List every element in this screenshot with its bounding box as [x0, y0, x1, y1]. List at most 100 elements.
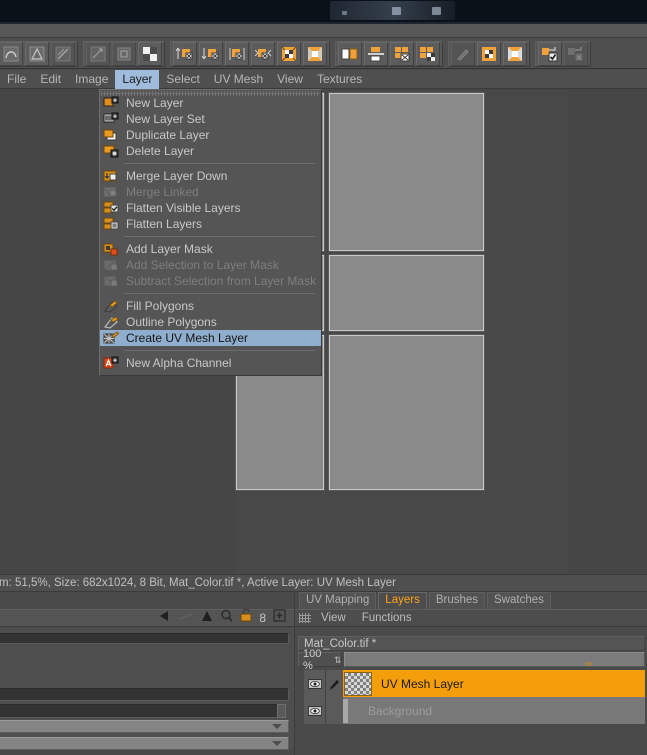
layer-grid-icon[interactable]	[390, 41, 414, 66]
apply-uv-icon[interactable]	[538, 41, 562, 66]
layer-paint-toggle[interactable]	[326, 697, 343, 724]
uv-island[interactable]	[329, 335, 484, 490]
opacity-value-field[interactable]: 100 % ⇅	[298, 648, 342, 672]
chevron-down-icon	[272, 741, 282, 746]
layer-visibility-toggle[interactable]	[304, 697, 326, 724]
relax-uv-icon[interactable]	[303, 41, 327, 66]
menu-item-label: New Layer Set	[126, 112, 205, 126]
menu-item-new-alpha-channel[interactable]: New Alpha Channel	[100, 355, 321, 371]
layer-grid-alt-icon[interactable]	[416, 41, 440, 66]
layer-visibility-toggle[interactable]	[304, 670, 326, 697]
align-left-icon[interactable]	[225, 41, 249, 66]
align-up-icon[interactable]	[173, 41, 197, 66]
menu-item-delete-layer[interactable]: Delete Layer	[100, 143, 321, 159]
panel-menu-view[interactable]: View	[313, 611, 354, 625]
main-toolbar	[0, 39, 647, 69]
left-panel-dropdown-1[interactable]	[0, 720, 289, 733]
uv-checker-icon[interactable]	[138, 41, 162, 66]
toolbar-group-paint	[448, 40, 530, 67]
subtract-selection-from-layer-mask-icon	[103, 274, 119, 288]
uv-mesh-icon[interactable]	[477, 41, 501, 66]
brush-icon[interactable]	[451, 41, 475, 66]
menu-item-label: Delete Layer	[126, 144, 195, 158]
window-minimize-button[interactable]	[392, 7, 401, 15]
menu-layer[interactable]: Layer	[115, 69, 160, 89]
menu-item-label: Add Layer Mask	[126, 242, 213, 256]
left-panel-input-1[interactable]	[0, 688, 289, 701]
create-uv-mesh-layer-icon	[103, 331, 120, 345]
menu-item-outline-polygons[interactable]: Outline Polygons	[100, 314, 321, 330]
left-panel-dropdown-2[interactable]	[0, 737, 289, 750]
toolbar-strip-upper	[0, 24, 647, 38]
menu-select[interactable]: Select	[159, 70, 206, 89]
scale-uv-icon[interactable]	[112, 41, 136, 66]
layer-paint-toggle[interactable]	[326, 670, 343, 697]
left-panel-spin-button[interactable]	[277, 704, 286, 718]
menu-view[interactable]: View	[270, 70, 310, 89]
layer-row-body: Background	[343, 697, 645, 724]
tab-layers[interactable]: Layers	[378, 592, 427, 609]
menu-item-new-layer[interactable]: New Layer	[100, 95, 321, 111]
left-panel-input-2[interactable]	[0, 704, 280, 718]
magnifier-icon[interactable]	[220, 609, 233, 627]
menu-edit[interactable]: Edit	[33, 70, 68, 89]
fit-uv-icon[interactable]	[277, 41, 301, 66]
layer-mask-icon[interactable]	[338, 41, 362, 66]
menu-item-flatten-layers[interactable]: Flatten Layers	[100, 216, 321, 232]
menu-image[interactable]: Image	[68, 70, 115, 89]
tab-swatches[interactable]: Swatches	[487, 592, 551, 609]
move-uv-icon[interactable]	[86, 41, 110, 66]
menu-item-add-layer-mask[interactable]: Add Layer Mask	[100, 241, 321, 257]
menu-item-label: Create UV Mesh Layer	[126, 331, 249, 345]
layer-thumbnail[interactable]	[344, 671, 372, 696]
align-down-icon[interactable]	[199, 41, 223, 66]
toolbar-group-selection	[0, 40, 78, 67]
tab-brushes[interactable]: Brushes	[428, 592, 486, 609]
document-name-row[interactable]: Mat_Color.tif *	[298, 636, 645, 651]
chevron-down-icon	[272, 724, 282, 729]
app-window: File Edit Image Layer Select UV Mesh Vie…	[0, 0, 647, 755]
opacity-slider[interactable]	[344, 652, 645, 667]
layer-row-background[interactable]: Background	[298, 697, 645, 724]
menu-file[interactable]: File	[0, 70, 33, 89]
lock-icon[interactable]	[240, 608, 252, 627]
panel-grip-icon[interactable]	[299, 613, 311, 623]
opacity-stepper[interactable]: ⇅	[334, 653, 342, 667]
menu-textures[interactable]: Textures	[310, 70, 369, 89]
menu-item-merge-layer-down[interactable]: Merge Layer Down	[100, 168, 321, 184]
window-maximize-button[interactable]	[432, 7, 441, 15]
menu-item-new-layer-set[interactable]: New Layer Set	[100, 111, 321, 127]
uv-island[interactable]	[329, 93, 484, 251]
uv-mesh-alt-icon[interactable]	[503, 41, 527, 66]
left-panel-toolbar: 8	[0, 608, 294, 627]
up-arrow-icon[interactable]	[201, 609, 213, 627]
tab-uv-mapping[interactable]: UV Mapping	[299, 592, 377, 609]
menu-item-flatten-visible-layers[interactable]: Flatten Visible Layers	[100, 200, 321, 216]
status-bar: m: 51,5%, Size: 682x1024, 8 Bit, Mat_Col…	[0, 574, 647, 592]
uv-mesh-canvas[interactable]	[0, 89, 647, 574]
lasso-select-icon[interactable]	[0, 41, 23, 66]
layer-row-uv-mesh-layer[interactable]: UV Mesh Layer	[298, 670, 645, 697]
panel-menu-functions[interactable]: Functions	[354, 611, 420, 625]
menu-item-label: Merge Layer Down	[126, 169, 228, 183]
back-arrow-icon[interactable]	[158, 609, 171, 627]
polygon-select-icon[interactable]	[25, 41, 49, 66]
menu-item-duplicate-layer[interactable]: Duplicate Layer	[100, 127, 321, 143]
outline-polygons-icon	[103, 315, 119, 329]
menu-uv-mesh[interactable]: UV Mesh	[207, 70, 270, 89]
magic-wand-icon[interactable]	[51, 41, 75, 66]
menu-item-label: New Alpha Channel	[126, 356, 232, 370]
add-box-icon[interactable]	[273, 609, 286, 627]
layer-name: UV Mesh Layer	[381, 676, 464, 691]
line-icon[interactable]	[178, 609, 194, 627]
layer-align-icon[interactable]	[364, 41, 388, 66]
menu-item-create-uv-mesh-layer[interactable]: Create UV Mesh Layer	[100, 330, 321, 346]
layer-thumbnail[interactable]	[348, 698, 360, 723]
uv-island[interactable]	[329, 255, 484, 331]
flatten-layers-icon	[103, 217, 119, 231]
cancel-uv-icon[interactable]	[564, 41, 588, 66]
align-right-icon[interactable]	[251, 41, 275, 66]
panel-tabstrip: UV Mapping Layers Brushes Swatches	[295, 592, 647, 609]
menu-item-fill-polygons[interactable]: Fill Polygons	[100, 298, 321, 314]
window-menu-dot[interactable]	[342, 11, 347, 15]
